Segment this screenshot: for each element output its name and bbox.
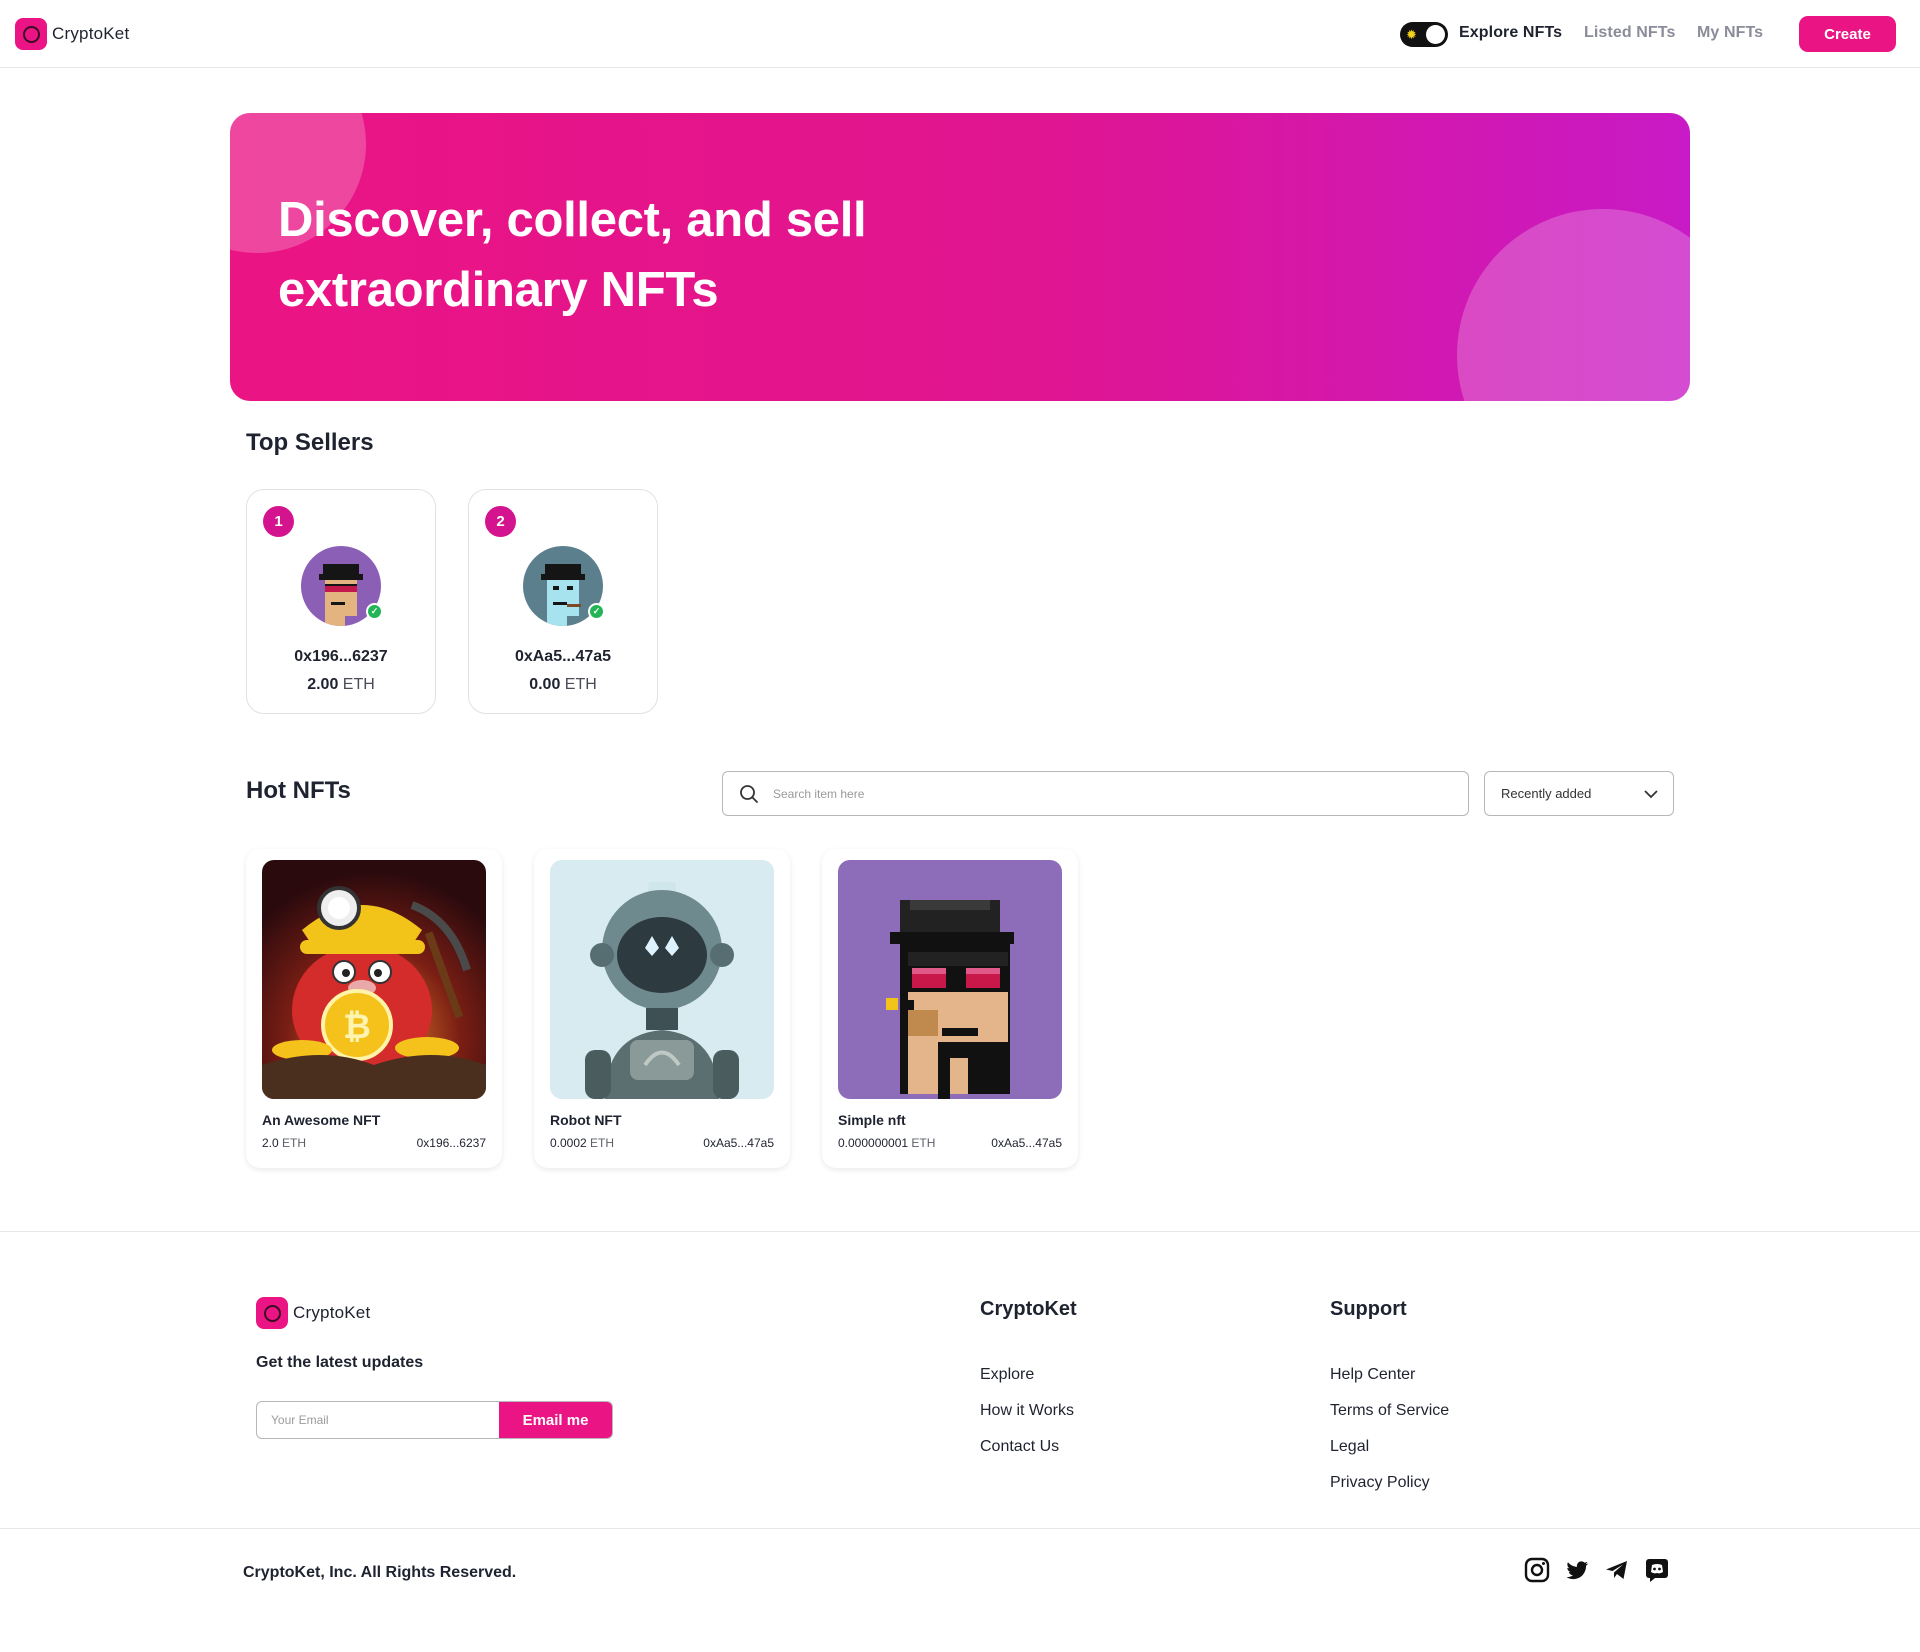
footer-col-title-cryptoket: CryptoKet [980,1298,1077,1320]
footer-link-privacy[interactable]: Privacy Policy [1330,1474,1430,1492]
create-button[interactable]: Create [1799,16,1896,52]
footer-col-title-support: Support [1330,1298,1407,1320]
nft-price: 0.000000001 ETH [838,1136,936,1150]
logo-icon [15,18,47,50]
search-box [722,771,1469,816]
newsletter-form: Email me [256,1401,613,1439]
hot-nfts-title: Hot NFTs [246,777,351,804]
footer-link-contact-us[interactable]: Contact Us [980,1438,1059,1456]
footer-brand-logo[interactable]: CryptoKet [256,1297,370,1329]
email-field[interactable] [271,1410,491,1430]
seller-card[interactable]: 1 ✓ 0x196...6237 2.00 ETH [246,489,436,714]
brand-logo[interactable]: CryptoKet [15,18,129,50]
sun-icon: ✹ [1406,27,1417,42]
svg-text:₿: ₿ [343,1007,371,1047]
search-icon [740,785,758,803]
footer-divider [0,1231,1920,1232]
discord-icon[interactable] [1644,1557,1670,1583]
seller-card[interactable]: 2 ✓ 0xAa5...47a5 0.00 ETH [468,489,658,714]
verified-icon: ✓ [588,603,605,620]
footer-link-help-center[interactable]: Help Center [1330,1366,1415,1384]
nft-owner: 0xAa5...47a5 [703,1136,774,1150]
seller-amount: 2.00 ETH [307,676,375,693]
footer-brand-name: CryptoKet [293,1303,371,1322]
nft-price: 2.0 ETH [262,1136,307,1150]
hero-title: Discover, collect, and sell extraordinar… [278,185,998,325]
nft-image: ₿ [262,860,486,1099]
toggle-knob [1426,25,1445,44]
nav-listed-nfts[interactable]: Listed NFTs [1584,24,1675,42]
verified-icon: ✓ [366,603,383,620]
footer-bottom-divider [0,1528,1920,1529]
theme-toggle[interactable]: ✹ [1400,22,1448,47]
email-me-button[interactable]: Email me [499,1402,612,1438]
nft-name: Robot NFT [550,1112,622,1128]
nav-my-nfts[interactable]: My NFTs [1697,24,1763,42]
nft-card[interactable]: Robot NFT 0.0002 ETH 0xAa5...47a5 [534,849,790,1168]
seller-address: 0x196...6237 [294,648,388,665]
nft-name: An Awesome NFT [262,1112,381,1128]
seller-rank-badge: 2 [485,506,516,537]
footer-link-legal[interactable]: Legal [1330,1438,1369,1456]
nav-explore-nfts[interactable]: Explore NFTs [1459,24,1562,42]
nft-card[interactable]: ₿ An Awesome NFT 2.0 ETH 0x196...6237 [246,849,502,1168]
seller-amount: 0.00 ETH [529,676,597,693]
telegram-icon[interactable] [1604,1557,1630,1583]
newsletter-tagline: Get the latest updates [256,1354,424,1371]
nft-owner: 0x196...6237 [416,1136,486,1150]
nft-price: 0.0002 ETH [550,1136,615,1150]
seller-address: 0xAa5...47a5 [514,648,612,665]
nft-card[interactable]: Simple nft 0.000000001 ETH 0xAa5...47a5 [822,849,1078,1168]
copyright-text: CryptoKet, Inc. All Rights Reserved. [243,1564,517,1581]
footer-link-how-it-works[interactable]: How it Works [980,1402,1074,1420]
nft-image [550,860,774,1099]
search-input[interactable] [773,782,1433,806]
footer-link-explore[interactable]: Explore [980,1366,1034,1384]
hero-title-line1: Discover, collect, and sell [278,193,867,247]
hero-decor-circle [1457,209,1690,401]
hero-title-line2: extraordinary NFTs [278,263,719,317]
hero-banner: Discover, collect, and sell extraordinar… [230,113,1690,401]
sort-selected-value: Recently added [1501,786,1592,801]
logo-icon [256,1297,288,1329]
twitter-icon[interactable] [1564,1557,1590,1583]
chevron-down-icon [1644,790,1658,799]
nft-name: Simple nft [838,1112,906,1128]
nft-owner: 0xAa5...47a5 [991,1136,1062,1150]
navbar: CryptoKet ✹ Explore NFTs Listed NFTs My … [0,0,1920,68]
top-sellers-title: Top Sellers [246,429,374,456]
seller-rank-badge: 1 [263,506,294,537]
brand-name: CryptoKet [52,24,130,43]
footer-link-terms[interactable]: Terms of Service [1330,1402,1449,1420]
instagram-icon[interactable] [1524,1557,1550,1583]
nft-image [838,860,1062,1099]
sort-select[interactable]: Recently added [1484,771,1674,816]
